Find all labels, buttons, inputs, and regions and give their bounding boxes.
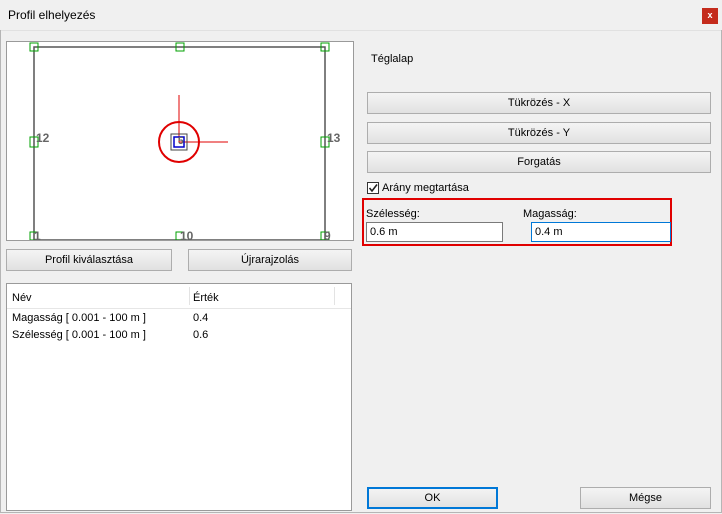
cancel-button[interactable]: Mégse (580, 487, 711, 509)
properties-header: Név Érték (7, 284, 351, 309)
mirror-x-button[interactable]: Tükrözés - X (367, 92, 711, 114)
redraw-button[interactable]: Újrarajzolás (188, 249, 352, 271)
close-button[interactable]: x (702, 8, 718, 24)
column-separator[interactable] (189, 287, 190, 305)
point-label: 1 (34, 229, 41, 240)
point-label: 9 (324, 229, 331, 240)
select-profile-button[interactable]: Profil kiválasztása (6, 249, 172, 271)
title-bar: Profil elhelyezés x (0, 0, 722, 31)
rotate-button[interactable]: Forgatás (367, 151, 711, 173)
column-header-name[interactable]: Név (12, 292, 32, 304)
property-row[interactable]: Magasság [ 0.001 - 100 m ] 0.4 (7, 310, 347, 327)
width-label: Szélesség: (366, 208, 420, 220)
property-row[interactable]: Szélesség [ 0.001 - 100 m ] 0.6 (7, 327, 347, 344)
width-field[interactable]: 0.6 m (366, 222, 503, 242)
property-name: Szélesség [ 0.001 - 100 m ] (12, 329, 146, 341)
close-icon: x (707, 10, 713, 20)
column-separator[interactable] (334, 287, 335, 305)
checkmark-icon (368, 184, 378, 193)
column-header-value[interactable]: Érték (193, 292, 219, 304)
point-label: 13 (327, 131, 341, 145)
property-value: 0.6 (193, 329, 209, 341)
preview-canvas: 12 13 1 10 9 5 (29, 42, 341, 240)
properties-list[interactable]: Név Érték Magasság [ 0.001 - 100 m ] 0.4… (6, 283, 352, 511)
point-label: 10 (180, 229, 194, 240)
point-label: 12 (36, 131, 50, 145)
ok-button[interactable]: OK (367, 487, 498, 509)
height-field[interactable]: 0.4 m (531, 222, 671, 242)
point-label: 5 (178, 136, 184, 147)
shape-type-label: Téglalap (371, 53, 414, 65)
profile-preview[interactable]: 12 13 1 10 9 5 (6, 41, 354, 241)
mirror-y-button[interactable]: Tükrözés - Y (367, 122, 711, 144)
height-label: Magasság: (523, 208, 577, 220)
keep-ratio-label: Arány megtartása (382, 182, 469, 194)
property-value: 0.4 (193, 312, 209, 324)
window-title: Profil elhelyezés (8, 8, 96, 22)
keep-ratio-checkbox[interactable] (367, 182, 379, 194)
property-name: Magasság [ 0.001 - 100 m ] (12, 312, 146, 324)
